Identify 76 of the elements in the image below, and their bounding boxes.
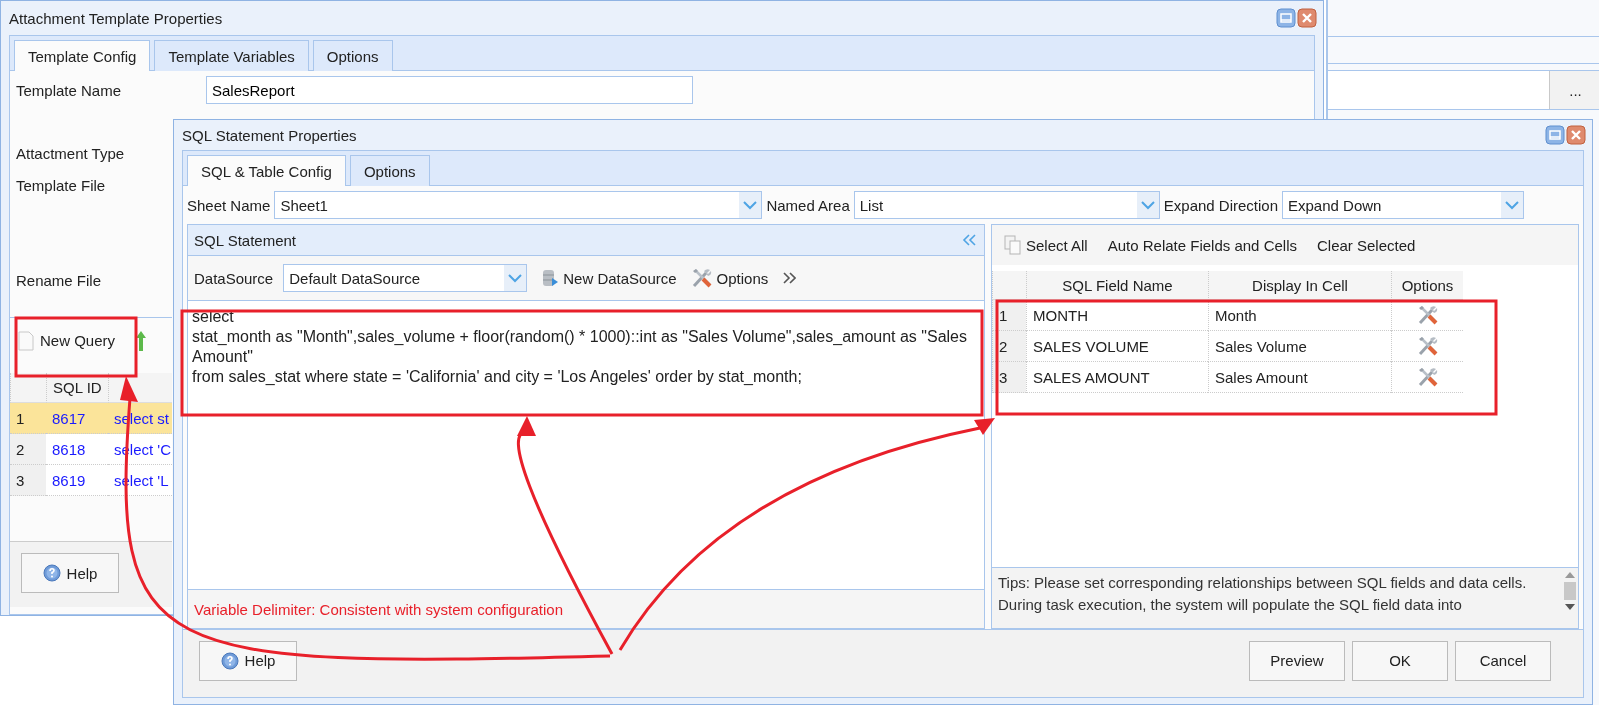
more-icon[interactable] [782, 272, 797, 284]
options-button[interactable]: Options [690, 267, 769, 289]
table-cell: Sales Amount [1208, 362, 1391, 393]
tools-icon[interactable] [1416, 366, 1439, 388]
dropdown-field[interactable]: Default DataSource [283, 264, 528, 292]
preview-button[interactable]: Preview [1249, 640, 1345, 681]
chevron-down-icon [743, 200, 758, 210]
new-query-button[interactable]: New Query [18, 330, 116, 351]
chevron-down-icon [1505, 200, 1519, 210]
code-line: stat_month as "Month",sales_volume + floor(random() * 1000)::int as "Sales Volume",sales_amount as "Sales Amount" [192, 327, 968, 367]
table-cell: SALES AMOUNT [1026, 362, 1208, 393]
help-icon [220, 651, 239, 670]
field-label: DataSource [194, 269, 274, 287]
minimize-icon[interactable] [1545, 125, 1565, 145]
panel-title: SQL Statement [194, 231, 296, 249]
toolbar-button[interactable]: Clear Selected [1316, 236, 1416, 254]
close-icon[interactable] [1297, 8, 1317, 28]
delimiter-note: Variable Delimiter: Consistent with system configuration [188, 589, 984, 628]
tools-icon[interactable] [1416, 304, 1439, 326]
table-cell: Month [1208, 300, 1391, 331]
code-line: from sales_stat where state = 'California' and city = 'Los Angeles' order by stat_month; [192, 367, 803, 387]
table-cell[interactable]: 8619 [46, 465, 108, 496]
tab[interactable]: Options [312, 40, 393, 71]
close-icon[interactable] [1566, 125, 1586, 145]
field-label: Template File [16, 177, 106, 194]
chevron-down-icon [1140, 200, 1155, 210]
browse-button[interactable]: ... [1549, 71, 1599, 109]
table-cell[interactable]: 8617 [46, 403, 108, 434]
help-button[interactable]: Help [21, 553, 119, 593]
dropdown-field[interactable]: List [853, 191, 1160, 219]
help-icon [42, 564, 61, 582]
field-label: Named Area [766, 196, 850, 214]
tab[interactable]: Options [349, 155, 430, 186]
scroll-up-icon[interactable] [1565, 572, 1575, 578]
column-header: Options [1391, 271, 1463, 300]
tools-icon[interactable] [690, 267, 713, 289]
new-datasource-button[interactable]: New DataSource [541, 268, 677, 288]
field-label: Attactment Type [16, 145, 125, 162]
table-cell: MONTH [1026, 300, 1208, 331]
template-name-field[interactable]: SalesReport [206, 76, 693, 104]
tab[interactable]: Template Variables [154, 40, 309, 71]
input-field[interactable] [1328, 71, 1549, 109]
dropdown-field[interactable]: Expand Down [1282, 191, 1524, 219]
ok-button[interactable]: OK [1352, 640, 1448, 681]
dropdown-field[interactable]: Sheet1 [274, 191, 763, 219]
table-cell: Sales Volume [1208, 331, 1391, 362]
collapse-icon[interactable] [962, 234, 976, 246]
field-label: Template Name [16, 81, 123, 99]
arrow-up-icon[interactable] [135, 329, 148, 352]
tools-icon[interactable] [1416, 335, 1439, 357]
cancel-button[interactable]: Cancel [1455, 640, 1551, 681]
window-title: Attachment Template Properties [9, 9, 223, 27]
tips-text: Tips: Please set corresponding relationships between SQL fields and data cells. During task execution, the system will populate the SQL field data into [997, 573, 1528, 615]
column-header: SQL Field Name [1026, 271, 1208, 300]
database-icon [541, 268, 560, 288]
field-label: Rename File [16, 272, 102, 289]
scroll-down-icon[interactable] [1565, 604, 1575, 610]
tab[interactable]: SQL & Table Config [187, 155, 346, 186]
table-cell[interactable]: 8618 [46, 434, 108, 465]
toolbar-button[interactable]: Select All [1004, 235, 1088, 255]
document-icon [18, 330, 34, 351]
tab[interactable]: Template Config [14, 40, 151, 71]
table-cell: SALES VOLUME [1026, 331, 1208, 362]
minimize-icon[interactable] [1276, 8, 1296, 28]
toolbar-button[interactable]: Auto Relate Fields and Cells [1107, 236, 1297, 254]
field-label: Sheet Name [187, 196, 271, 214]
column-header: Display In Cell [1208, 271, 1391, 300]
copy-icon [1004, 235, 1022, 255]
help-button[interactable]: Help [199, 640, 297, 681]
row-number: 3 [10, 465, 46, 496]
row-number: 2 [10, 434, 46, 465]
code-line: select [192, 307, 235, 327]
window-title: SQL Statement Properties [182, 126, 357, 144]
field-label: Expand Direction [1163, 196, 1278, 214]
chevron-down-icon [508, 273, 523, 283]
row-number: 1 [10, 403, 46, 434]
